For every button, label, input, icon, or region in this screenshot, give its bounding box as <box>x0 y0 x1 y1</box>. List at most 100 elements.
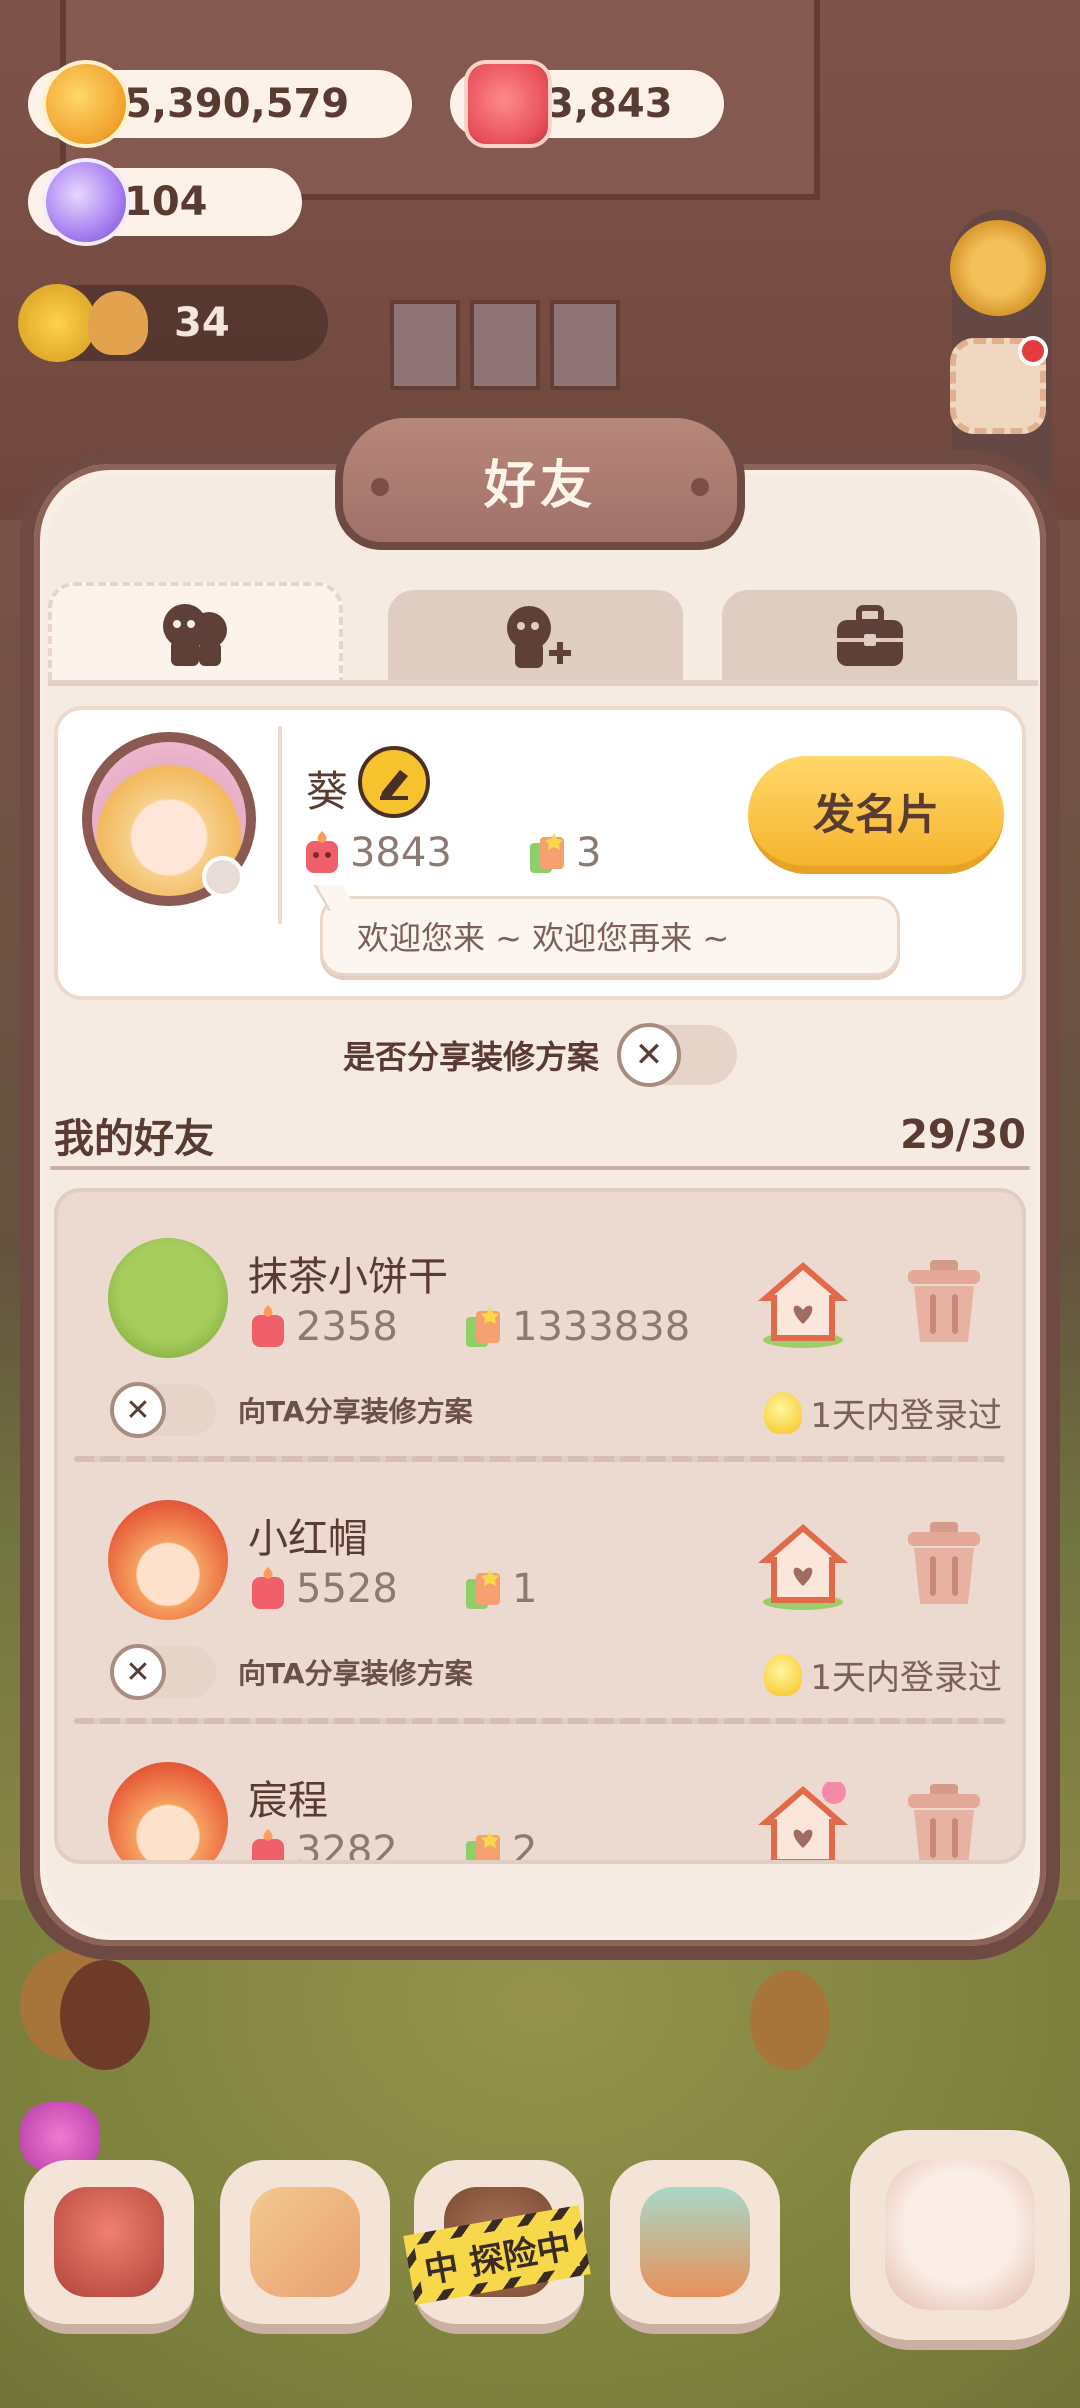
lollipop-notice-icon <box>822 1782 846 1804</box>
sun-icon <box>18 284 96 362</box>
friend-login-status: 1天内登录过 <box>764 1388 1002 1437</box>
share-decoration-row: 是否分享装修方案 ✕ <box>0 1020 1080 1090</box>
friend-share-row: ✕ 向TA分享装修方案 <box>110 1644 473 1700</box>
friends-header: 我的好友 29/30 <box>54 1100 1026 1170</box>
like-card-icon <box>466 1569 500 1609</box>
visit-home-button[interactable] <box>758 1782 848 1864</box>
gem-amount: 104 <box>124 179 208 225</box>
candle-icon <box>464 60 552 148</box>
friend-share-label: 向TA分享装修方案 <box>238 1395 473 1428</box>
friend-name: 宸程 <box>248 1778 328 1824</box>
notebook-icon <box>250 2187 360 2297</box>
candle-counter[interactable]: 3,843 <box>450 60 724 148</box>
avatar-swap-icon[interactable] <box>202 856 244 898</box>
nav-character-button[interactable] <box>850 2130 1070 2350</box>
visit-home-button[interactable] <box>758 1258 848 1348</box>
friend-name: 小红帽 <box>248 1516 368 1562</box>
share-decoration-toggle[interactable]: ✕ <box>617 1023 737 1087</box>
greeting-text: 欢迎您来 ~ 欢迎您再来 ~ <box>357 919 730 957</box>
friend-login-text: 1天内登录过 <box>810 1396 1002 1436</box>
friend-like-count: 1 <box>512 1566 538 1612</box>
friend-avatar[interactable] <box>108 1500 228 1620</box>
list-item: 宸程 3282 2 <box>58 1716 1022 1864</box>
share-decoration-label: 是否分享装修方案 <box>342 1038 599 1076</box>
profile-like-stat: 3 <box>528 830 601 876</box>
delete-friend-button[interactable] <box>904 1520 984 1608</box>
greeting-bubble[interactable]: 欢迎您来 ~ 欢迎您再来 ~ <box>320 896 900 976</box>
toggle-off-icon: ✕ <box>110 1644 166 1700</box>
friend-share-toggle[interactable]: ✕ <box>110 1382 216 1438</box>
friend-avatar[interactable] <box>108 1238 228 1358</box>
bulb-icon <box>764 1653 803 1696</box>
shop-stall-icon <box>640 2187 750 2297</box>
visit-home-button[interactable] <box>758 1520 848 1610</box>
edit-profile-button[interactable] <box>358 746 430 818</box>
candle-icon <box>252 1829 284 1860</box>
notification-dot <box>1018 336 1048 366</box>
add-friend-icon <box>506 606 571 668</box>
send-card-button[interactable]: 发名片 <box>748 756 1004 874</box>
friend-share-row: ✕ 向TA分享装修方案 <box>110 1382 473 1438</box>
candle-icon <box>252 1567 284 1609</box>
dialog-title: 好友 <box>483 455 596 516</box>
sun-counter[interactable]: 34 <box>18 284 328 362</box>
candle-icon <box>306 831 338 873</box>
like-card-icon <box>530 833 564 873</box>
sun-count: 34 <box>174 300 230 346</box>
gem-counter[interactable]: 104 <box>28 158 302 246</box>
dialog-tabs <box>48 582 1038 684</box>
nav-shop-button[interactable] <box>610 2160 780 2334</box>
friend-candle-stat: 3282 <box>248 1828 398 1864</box>
profile-candle-count: 3843 <box>350 830 452 876</box>
gingerbread-icon <box>88 291 148 355</box>
friend-login-text: 1天内登录过 <box>810 1658 1002 1698</box>
toggle-off-icon: ✕ <box>110 1382 166 1438</box>
friends-count: 29/30 <box>900 1112 1026 1158</box>
cookie-coin-icon <box>42 60 130 148</box>
friend-like-stat: 2 <box>464 1828 537 1860</box>
friend-like-stat: 1 <box>464 1566 537 1612</box>
tab-add-friend[interactable] <box>388 590 683 684</box>
friend-avatar[interactable] <box>108 1762 228 1860</box>
coin-amount: 5,390,579 <box>124 81 350 127</box>
candy-gem-icon <box>42 158 130 246</box>
friends-title: 我的好友 <box>54 1116 214 1162</box>
stamp-button[interactable] <box>950 336 1048 434</box>
friend-name: 抹茶小饼干 <box>248 1254 448 1300</box>
candle-icon <box>252 1305 284 1347</box>
candle-amount: 3,843 <box>546 81 673 127</box>
friend-candle-stat: 2358 <box>248 1304 398 1350</box>
my-profile-card: 葵 3843 3 发名片 欢迎您来 ~ 欢迎您再来 ~ <box>54 706 1026 1000</box>
plaque-bolt <box>371 478 389 496</box>
profile-like-count: 3 <box>576 830 602 876</box>
tab-briefcase[interactable] <box>722 590 1017 684</box>
friend-candle-count: 5528 <box>296 1566 398 1612</box>
friend-share-toggle[interactable]: ✕ <box>110 1644 216 1700</box>
briefcase-icon <box>836 605 903 666</box>
bulb-icon <box>764 1391 803 1434</box>
friend-candle-count: 3282 <box>296 1828 398 1864</box>
mushroom-house-icon <box>54 2187 164 2297</box>
friends-icon <box>162 604 227 666</box>
friend-like-stat: 1333838 <box>464 1304 690 1350</box>
delete-friend-button[interactable] <box>904 1782 984 1864</box>
toggle-off-icon: ✕ <box>617 1023 681 1087</box>
friend-candle-count: 2358 <box>296 1304 398 1350</box>
tab-friends[interactable] <box>48 582 343 684</box>
coin-counter[interactable]: 5,390,579 <box>28 60 412 148</box>
settings-gear-button[interactable] <box>950 220 1046 316</box>
friend-list[interactable]: 抹茶小饼干 2358 1333838 ✕ 向TA分享装修方案 1天内登录过 小红… <box>54 1188 1026 1864</box>
nav-notebook-button[interactable] <box>220 2160 390 2334</box>
pencil-icon <box>380 770 408 800</box>
character-clock-icon <box>885 2160 1035 2310</box>
list-item: 抹茶小饼干 2358 1333838 ✕ 向TA分享装修方案 1天内登录过 <box>58 1192 1022 1452</box>
delete-friend-button[interactable] <box>904 1258 984 1346</box>
friend-candle-stat: 5528 <box>248 1566 398 1612</box>
friend-like-count: 1333838 <box>512 1304 691 1350</box>
dialog-title-plaque: 好友 <box>335 410 745 550</box>
like-card-icon <box>466 1307 500 1347</box>
my-avatar[interactable] <box>82 732 256 906</box>
profile-name: 葵 <box>306 767 349 816</box>
friend-share-label: 向TA分享装修方案 <box>238 1657 473 1690</box>
nav-build-button[interactable] <box>24 2160 194 2334</box>
